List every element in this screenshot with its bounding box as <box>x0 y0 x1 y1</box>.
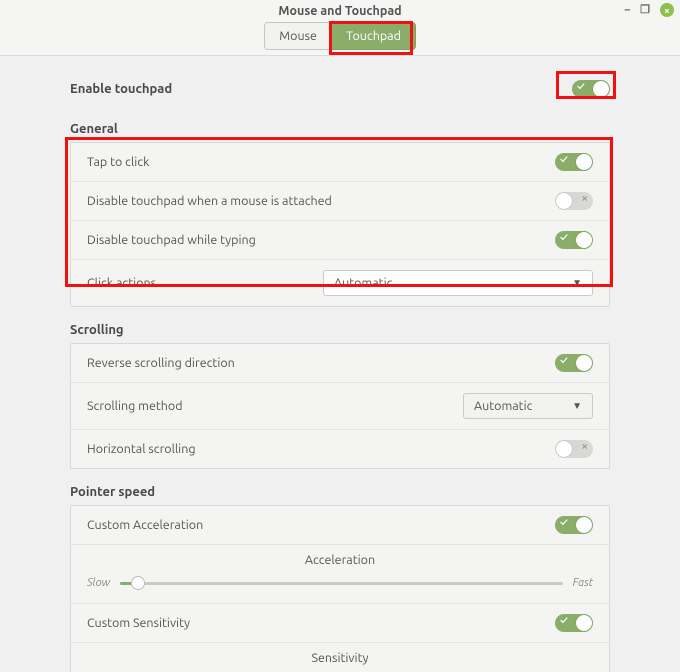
disable-when-mouse-label: Disable touchpad when a mouse is attache… <box>87 194 555 208</box>
content-area: Enable touchpad General Tap to click Dis… <box>0 56 680 672</box>
disable-while-typing-label: Disable touchpad while typing <box>87 233 555 247</box>
reverse-scrolling-label: Reverse scrolling direction <box>87 356 555 370</box>
scrolling-method-value: Automatic <box>474 399 532 413</box>
minimize-button[interactable]: – <box>625 5 631 16</box>
tap-to-click-toggle[interactable] <box>555 153 593 171</box>
window-titlebar: Mouse and Touchpad – ❐ × <box>0 0 680 22</box>
section-title-scrolling: Scrolling <box>70 323 656 337</box>
acceleration-title: Acceleration <box>87 553 593 567</box>
enable-touchpad-toggle[interactable] <box>572 80 610 98</box>
panel-scrolling: Reverse scrolling direction Scrolling me… <box>70 343 610 469</box>
sensitivity-title: Sensitivity <box>87 651 593 665</box>
custom-sensitivity-toggle[interactable] <box>555 614 593 632</box>
section-title-general: General <box>70 122 656 136</box>
acceleration-slider[interactable] <box>120 575 563 591</box>
scrolling-method-label: Scrolling method <box>87 399 463 413</box>
window-title: Mouse and Touchpad <box>278 4 401 18</box>
reverse-scrolling-toggle[interactable] <box>555 354 593 372</box>
tab-mouse[interactable]: Mouse <box>264 22 332 50</box>
panel-pointer: Custom Acceleration Acceleration Slow Fa… <box>70 505 610 672</box>
enable-touchpad-label: Enable touchpad <box>70 82 172 96</box>
panel-general: Tap to click Disable touchpad when a mou… <box>70 142 610 307</box>
custom-acceleration-toggle[interactable] <box>555 516 593 534</box>
custom-sensitivity-label: Custom Sensitivity <box>87 616 555 630</box>
maximize-button[interactable]: ❐ <box>640 5 650 16</box>
click-actions-dropdown[interactable]: Automatic ▼ <box>323 270 593 296</box>
disable-while-typing-toggle[interactable] <box>555 231 593 249</box>
tab-touchpad[interactable]: Touchpad <box>332 22 416 50</box>
chevron-down-icon: ▼ <box>572 400 582 412</box>
acceleration-min-label: Slow <box>87 577 110 589</box>
section-title-pointer: Pointer speed <box>70 485 656 499</box>
disable-when-mouse-toggle[interactable] <box>555 192 593 210</box>
tap-to-click-label: Tap to click <box>87 155 555 169</box>
click-actions-label: Click actions <box>87 276 317 290</box>
horizontal-scrolling-label: Horizontal scrolling <box>87 442 555 456</box>
horizontal-scrolling-toggle[interactable] <box>555 440 593 458</box>
tab-bar: Mouse Touchpad <box>0 22 680 56</box>
close-button[interactable]: × <box>660 3 674 17</box>
scrolling-method-dropdown[interactable]: Automatic ▼ <box>463 393 593 419</box>
chevron-down-icon: ▼ <box>572 277 582 289</box>
click-actions-value: Automatic <box>334 276 392 290</box>
acceleration-max-label: Fast <box>573 577 593 589</box>
custom-acceleration-label: Custom Acceleration <box>87 518 555 532</box>
